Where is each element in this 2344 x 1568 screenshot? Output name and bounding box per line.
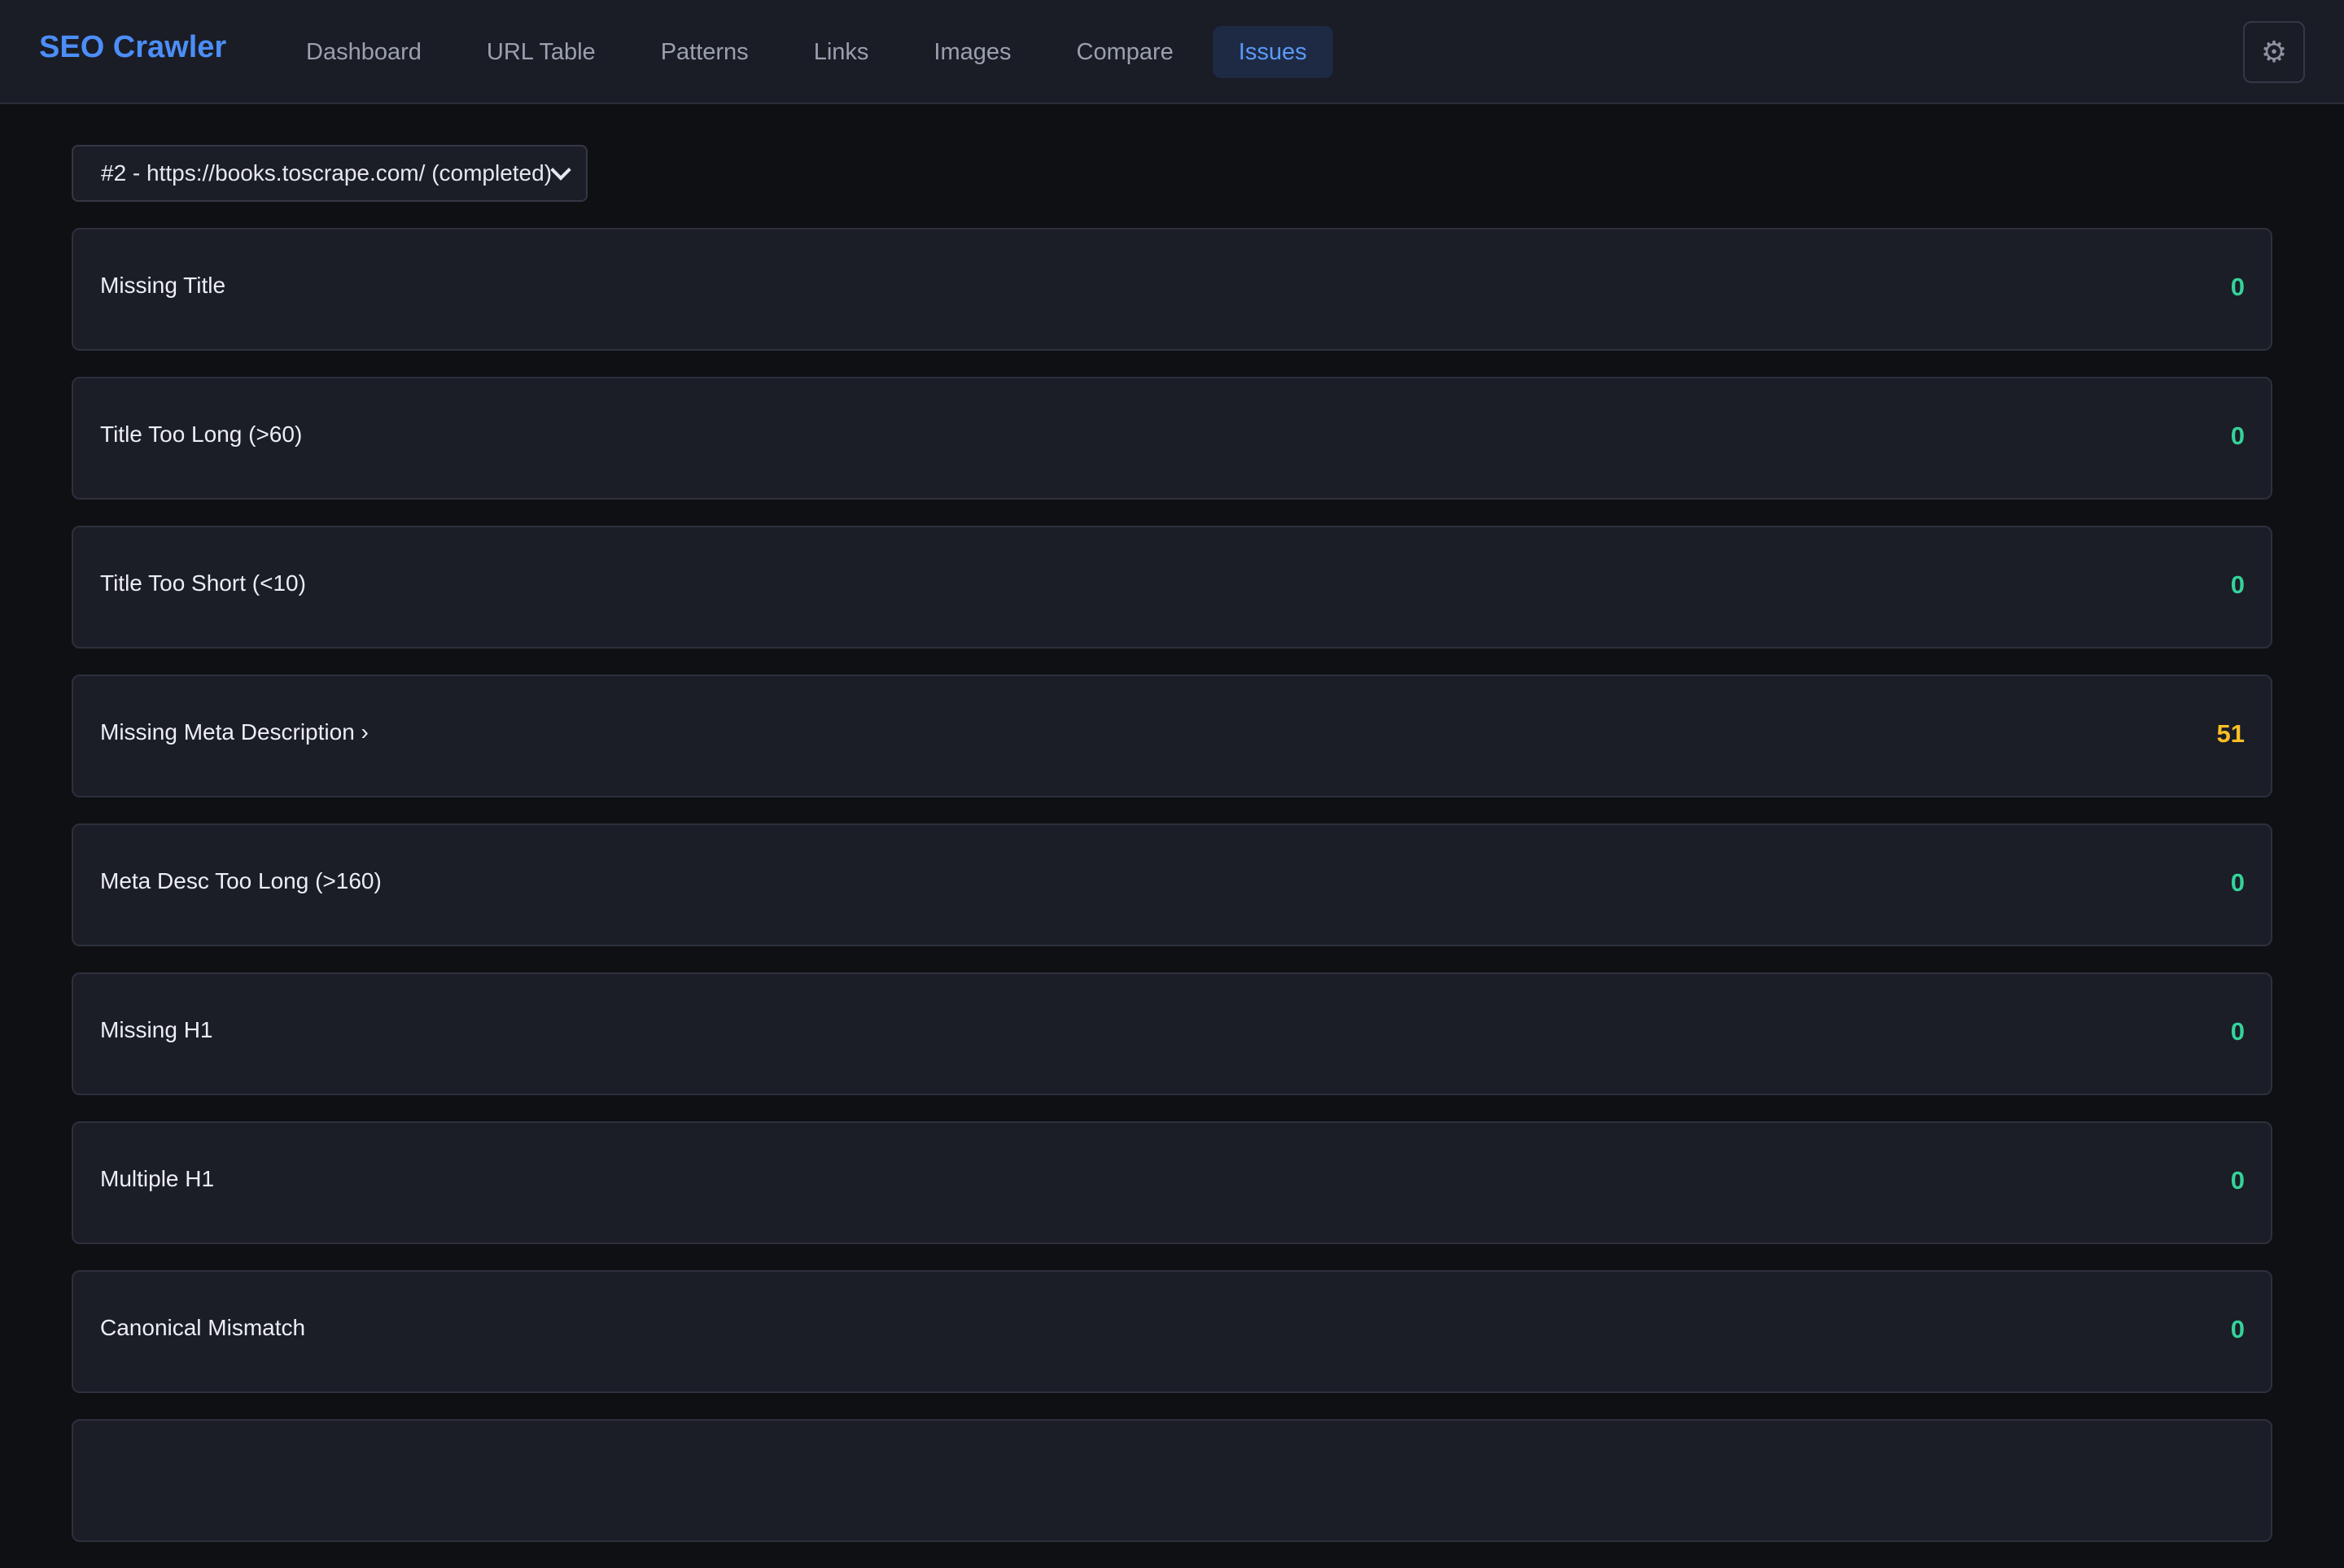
nav-issues[interactable]: Issues	[1212, 26, 1333, 78]
issue-label: Missing Meta Description ›	[100, 719, 369, 745]
issue-count: 51	[2216, 719, 2245, 748]
crawl-select[interactable]: #2 - https://books.toscrape.com/ (comple…	[72, 145, 588, 202]
issue-card-multiple-h1[interactable]: Multiple H1 0	[72, 1121, 2272, 1244]
app-brand[interactable]: SEO Crawler	[39, 29, 226, 65]
issue-count: 0	[2230, 868, 2245, 897]
issue-card-meta-desc-too-long[interactable]: Meta Desc Too Long (>160) 0	[72, 823, 2272, 946]
nav-images[interactable]: Images	[907, 26, 1037, 78]
issue-count: 0	[2230, 1315, 2245, 1343]
issue-label: Meta Desc Too Long (>160)	[100, 868, 382, 893]
main-nav: Dashboard URL Table Patterns Links Image…	[280, 26, 1346, 78]
issue-label: Canonical Mismatch	[100, 1315, 306, 1340]
issue-card-partial[interactable]	[72, 1419, 2272, 1542]
issue-count: 0	[2230, 570, 2245, 599]
top-navigation-bar: SEO Crawler Dashboard URL Table Patterns…	[0, 0, 2344, 104]
gear-icon: ⚙	[2260, 35, 2288, 68]
settings-button[interactable]: ⚙	[2243, 21, 2305, 83]
issue-label: Missing Title	[100, 273, 226, 298]
issue-card-canonical-mismatch[interactable]: Canonical Mismatch 0	[72, 1270, 2272, 1393]
nav-compare[interactable]: Compare	[1051, 26, 1200, 78]
issue-label: Multiple H1	[100, 1166, 215, 1191]
issue-count: 0	[2230, 273, 2245, 301]
issue-card-missing-title[interactable]: Missing Title 0	[72, 228, 2272, 351]
issue-card-missing-meta-description[interactable]: Missing Meta Description › 51	[72, 675, 2272, 797]
issue-label: Title Too Long (>60)	[100, 421, 303, 447]
crawl-select-value: #2 - https://books.toscrape.com/ (comple…	[101, 160, 553, 186]
issue-count: 0	[2230, 421, 2245, 450]
issue-label: Title Too Short (<10)	[100, 570, 306, 596]
nav-links[interactable]: Links	[788, 26, 895, 78]
issue-card-missing-h1[interactable]: Missing H1 0	[72, 972, 2272, 1095]
issue-label: Missing H1	[100, 1017, 213, 1042]
issue-card-title-too-short[interactable]: Title Too Short (<10) 0	[72, 526, 2272, 649]
nav-url-table[interactable]: URL Table	[461, 26, 622, 78]
issue-card-title-too-long[interactable]: Title Too Long (>60) 0	[72, 377, 2272, 500]
nav-dashboard[interactable]: Dashboard	[280, 26, 448, 78]
issue-count: 0	[2230, 1166, 2245, 1195]
nav-patterns[interactable]: Patterns	[635, 26, 775, 78]
issues-list: Missing Title 0 Title Too Long (>60) 0 T…	[72, 228, 2272, 1568]
issue-count: 0	[2230, 1017, 2245, 1046]
chevron-down-icon	[550, 159, 571, 181]
